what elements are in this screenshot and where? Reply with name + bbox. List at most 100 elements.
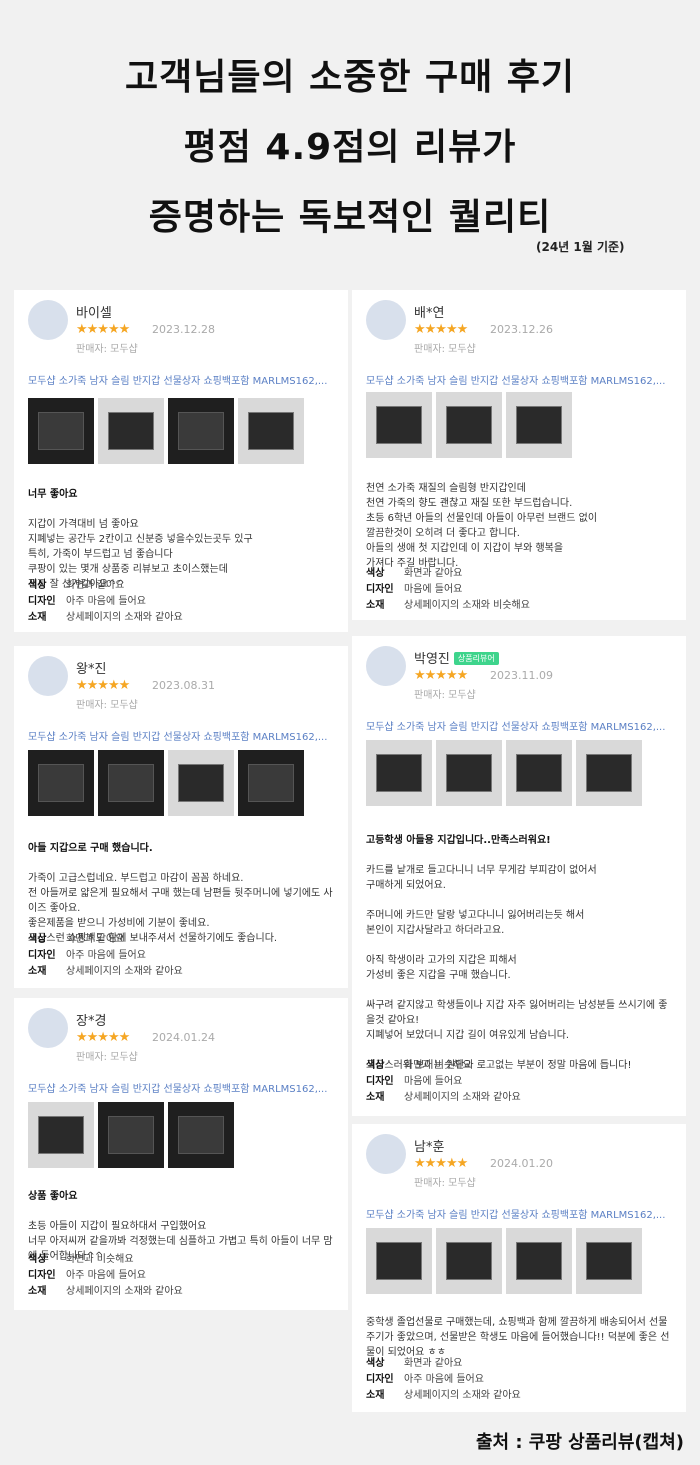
review-photo[interactable] xyxy=(28,398,94,464)
review-text: 중학생 졸업선물로 구매했는데, 쇼핑백과 함께 깔끔하게 배송되어서 선물주기… xyxy=(366,1317,670,1358)
review-photo[interactable] xyxy=(98,750,164,816)
review-title: 아들 지갑으로 구매 했습니다. xyxy=(28,843,153,854)
basis-date: (24년 1월 기준) xyxy=(536,240,625,254)
attr-value-color: 화면과 비슷해요 xyxy=(404,1060,472,1071)
attr-label-material: 소재 xyxy=(366,1390,385,1401)
review-photo[interactable] xyxy=(506,740,572,806)
seller-label: 판매자: 모두샵 xyxy=(76,700,138,711)
avatar xyxy=(366,646,406,686)
review-title: 너무 좋아요 xyxy=(28,489,78,500)
star-rating: ★★★★★ xyxy=(414,1156,468,1171)
review-text: 카드를 낱개로 들고다니니 너무 무게감 부피감이 없어서 구매하게 되었어요.… xyxy=(366,865,668,1071)
attr-value-material: 상세페이지의 소재와 비슷해요 xyxy=(404,600,530,611)
avatar xyxy=(366,300,406,340)
headline-line2: 평점 4.9점의 리뷰가 xyxy=(183,127,517,168)
review-photo[interactable] xyxy=(506,392,572,458)
product-link[interactable]: 모두샵 소가죽 남자 슬림 반지갑 선물상자 쇼핑백포함 MARLMS162,.… xyxy=(366,718,665,733)
avatar xyxy=(366,1134,406,1174)
review-photo[interactable] xyxy=(576,1228,642,1294)
product-link[interactable]: 모두샵 소가죽 남자 슬림 반지갑 선물상자 쇼핑백포함 MARLMS162,.… xyxy=(28,728,327,743)
review-photo[interactable] xyxy=(366,392,432,458)
review-photo[interactable] xyxy=(436,1228,502,1294)
review-photo[interactable] xyxy=(98,398,164,464)
attr-value-color: 화면과 같아요 xyxy=(66,934,125,945)
attr-value-design: 아주 마음에 들어요 xyxy=(404,1374,484,1385)
attr-value-color: 화면과 같아요 xyxy=(66,580,125,591)
review-card: 배*연 ★★★★★ 2023.12.26 판매자: 모두샵 모두샵 소가죽 남자… xyxy=(352,290,686,620)
reviewer-name: 장*경 xyxy=(76,1014,107,1029)
review-photo[interactable] xyxy=(168,1102,234,1168)
attr-label-design: 디자인 xyxy=(28,950,56,961)
reviewer-badge: 상품리뷰어 xyxy=(453,652,499,665)
attr-label-material: 소재 xyxy=(366,1092,385,1103)
attr-label-color: 색상 xyxy=(28,934,47,945)
review-date: 2023.12.28 xyxy=(152,323,215,336)
attr-label-design: 디자인 xyxy=(28,596,56,607)
seller-label: 판매자: 모두샵 xyxy=(76,1052,138,1063)
review-photo[interactable] xyxy=(436,740,502,806)
product-link[interactable]: 모두샵 소가죽 남자 슬림 반지갑 선물상자 쇼핑백포함 MARLMS162,.… xyxy=(366,372,665,387)
attr-value-material: 상세페이지의 소재와 같아요 xyxy=(66,612,183,623)
attr-value-design: 아주 마음에 들어요 xyxy=(66,1270,146,1281)
review-photo[interactable] xyxy=(168,398,234,464)
avatar xyxy=(28,1008,68,1048)
attr-label-design: 디자인 xyxy=(366,584,394,595)
review-photo[interactable] xyxy=(238,398,304,464)
attr-value-design: 마음에 들어요 xyxy=(404,584,463,595)
review-photo[interactable] xyxy=(168,750,234,816)
reviewer-name: 바이셀 xyxy=(76,306,112,321)
review-card: 바이셀 ★★★★★ 2023.12.28 판매자: 모두샵 모두샵 소가죽 남자… xyxy=(14,290,348,632)
attr-value-material: 상세페이지의 소재와 같아요 xyxy=(404,1092,521,1103)
reviewer-name: 박영진 상품리뷰어 xyxy=(414,648,499,667)
review-card: 장*경 ★★★★★ 2024.01.24 판매자: 모두샵 모두샵 소가죽 남자… xyxy=(14,998,348,1310)
attr-label-design: 디자인 xyxy=(366,1076,394,1087)
review-title: 상품 좋아요 xyxy=(28,1191,78,1202)
product-link[interactable]: 모두샵 소가죽 남자 슬림 반지갑 선물상자 쇼핑백포함 MARLMS162,.… xyxy=(366,1206,665,1221)
attr-label-color: 색상 xyxy=(366,1060,385,1071)
attr-label-material: 소재 xyxy=(28,966,47,977)
star-rating: ★★★★★ xyxy=(76,678,130,693)
attr-value-color: 화면과 비슷해요 xyxy=(66,1254,134,1265)
attr-label-color: 색상 xyxy=(366,1358,385,1369)
review-photo[interactable] xyxy=(28,750,94,816)
review-photo[interactable] xyxy=(436,392,502,458)
attr-value-design: 아주 마음에 들어요 xyxy=(66,950,146,961)
seller-label: 판매자: 모두샵 xyxy=(414,344,476,355)
reviewer-name: 배*연 xyxy=(414,306,445,321)
star-rating: ★★★★★ xyxy=(414,668,468,683)
review-photo[interactable] xyxy=(506,1228,572,1294)
attr-label-color: 색상 xyxy=(28,580,47,591)
attr-value-material: 상세페이지의 소재와 같아요 xyxy=(66,966,183,977)
review-date: 2023.08.31 xyxy=(152,679,215,692)
review-photo[interactable] xyxy=(238,750,304,816)
headline-line1: 고객님들의 소중한 구매 후기 xyxy=(124,57,576,98)
avatar xyxy=(28,656,68,696)
reviewer-name: 왕*진 xyxy=(76,662,107,677)
star-rating: ★★★★★ xyxy=(76,1030,130,1045)
review-photo[interactable] xyxy=(366,1228,432,1294)
reviewer-name: 남*훈 xyxy=(414,1140,445,1155)
review-date: 2023.11.09 xyxy=(490,669,553,682)
review-photo[interactable] xyxy=(576,740,642,806)
review-card: 남*훈 ★★★★★ 2024.01.20 판매자: 모두샵 모두샵 소가죽 남자… xyxy=(352,1124,686,1412)
attr-value-design: 마음에 들어요 xyxy=(404,1076,463,1087)
review-text: 천연 소가죽 재질의 슬림형 반지갑인데 천연 가죽의 향도 괜찮고 재질 또한… xyxy=(366,483,598,569)
review-title: 고등학생 아들용 지갑입니다..만족스러워요! xyxy=(366,835,551,846)
review-card: 왕*진 ★★★★★ 2023.08.31 판매자: 모두샵 모두샵 소가죽 남자… xyxy=(14,646,348,988)
star-rating: ★★★★★ xyxy=(76,322,130,337)
attr-value-color: 화면과 같아요 xyxy=(404,1358,463,1369)
product-link[interactable]: 모두샵 소가죽 남자 슬림 반지갑 선물상자 쇼핑백포함 MARLMS162,.… xyxy=(28,372,327,387)
review-photo[interactable] xyxy=(366,740,432,806)
attr-label-material: 소재 xyxy=(366,600,385,611)
review-photo[interactable] xyxy=(98,1102,164,1168)
review-date: 2023.12.26 xyxy=(490,323,553,336)
seller-label: 판매자: 모두샵 xyxy=(76,344,138,355)
product-link[interactable]: 모두샵 소가죽 남자 슬림 반지갑 선물상자 쇼핑백포함 MARLMS162,.… xyxy=(28,1080,327,1095)
review-photo[interactable] xyxy=(28,1102,94,1168)
review-date: 2024.01.20 xyxy=(490,1157,553,1170)
attr-value-material: 상세페이지의 소재와 같아요 xyxy=(404,1390,521,1401)
attr-value-material: 상세페이지의 소재와 같아요 xyxy=(66,1286,183,1297)
attr-label-design: 디자인 xyxy=(366,1374,394,1385)
attr-value-design: 아주 마음에 들어요 xyxy=(66,596,146,607)
avatar xyxy=(28,300,68,340)
